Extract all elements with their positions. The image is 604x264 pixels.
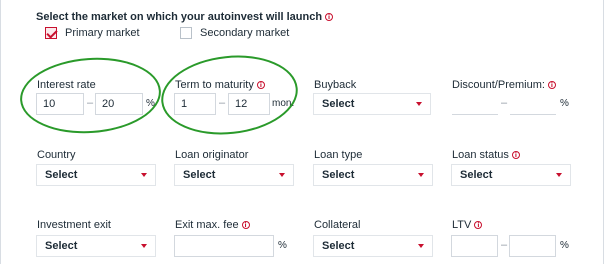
chevron-down-icon xyxy=(418,173,424,177)
loan-status-select[interactable]: Select xyxy=(451,164,571,186)
interest-rate-label: Interest rate xyxy=(37,79,96,91)
exit-max-fee-input[interactable] xyxy=(174,235,274,257)
country-select-value: Select xyxy=(45,169,78,181)
loan-originator-select-value: Select xyxy=(183,169,216,181)
investment-exit-select-value: Select xyxy=(45,240,78,252)
secondary-market-checkbox[interactable] xyxy=(180,27,192,39)
ltv-max-input[interactable] xyxy=(509,235,556,257)
primary-market-checkbox[interactable] xyxy=(45,27,57,39)
exit-max-fee-label-text: Exit max. fee xyxy=(175,219,239,231)
autoinvest-filter-panel: Select the market on which your autoinve… xyxy=(0,0,604,264)
chevron-down-icon xyxy=(416,102,422,106)
collateral-select[interactable]: Select xyxy=(313,235,433,257)
loan-type-select[interactable]: Select xyxy=(313,164,433,186)
exit-max-fee-unit: % xyxy=(278,240,287,251)
interest-rate-unit: % xyxy=(146,98,155,109)
ltv-label: LTV i xyxy=(452,219,483,231)
term-min-input[interactable]: 1 xyxy=(174,93,216,115)
chevron-down-icon xyxy=(279,173,285,177)
loan-status-label: Loan status i xyxy=(452,149,520,161)
discount-premium-label-text: Discount/Premium: xyxy=(452,79,545,91)
range-dash: – xyxy=(501,97,508,109)
loan-originator-label: Loan originator xyxy=(175,149,249,161)
range-dash: – xyxy=(219,97,226,109)
discount-premium-label: Discount/Premium: i xyxy=(452,79,556,91)
chevron-down-icon xyxy=(556,173,562,177)
market-section-title: Select the market on which your autoinve… xyxy=(36,11,334,23)
term-to-maturity-label: Term to maturity i xyxy=(175,79,265,91)
discount-min-input[interactable] xyxy=(452,93,498,115)
term-to-maturity-label-text: Term to maturity xyxy=(175,79,254,91)
info-icon[interactable]: i xyxy=(511,151,520,160)
secondary-market-label: Secondary market xyxy=(200,27,290,39)
loan-originator-select[interactable]: Select xyxy=(174,164,294,186)
market-title-text: Select the market on which your autoinve… xyxy=(36,11,323,23)
ltv-label-text: LTV xyxy=(452,219,472,231)
info-icon[interactable]: i xyxy=(325,13,334,22)
country-select[interactable]: Select xyxy=(36,164,156,186)
loan-type-select-value: Select xyxy=(322,169,355,181)
term-max-input[interactable]: 12 xyxy=(228,93,270,115)
chevron-down-icon xyxy=(141,173,147,177)
buyback-label: Buyback xyxy=(314,79,357,91)
secondary-market-option[interactable]: Secondary market xyxy=(180,27,289,39)
buyback-select-value: Select xyxy=(322,98,355,110)
investment-exit-select[interactable]: Select xyxy=(36,235,156,257)
info-icon[interactable]: i xyxy=(474,221,483,230)
chevron-down-icon xyxy=(141,244,147,248)
discount-max-input[interactable] xyxy=(510,93,556,115)
interest-rate-min-input[interactable]: 10 xyxy=(36,93,84,115)
term-unit: mon. xyxy=(272,98,295,109)
interest-rate-max-input[interactable]: 20 xyxy=(95,93,143,115)
exit-max-fee-label: Exit max. fee i xyxy=(175,219,250,231)
collateral-label: Collateral xyxy=(314,219,361,231)
loan-type-label: Loan type xyxy=(314,149,363,161)
collateral-select-value: Select xyxy=(322,240,355,252)
buyback-select[interactable]: Select xyxy=(313,93,431,115)
loan-status-label-text: Loan status xyxy=(452,149,509,161)
country-label: Country xyxy=(37,149,76,161)
range-dash: – xyxy=(501,239,508,251)
info-icon[interactable]: i xyxy=(547,81,556,90)
loan-status-select-value: Select xyxy=(460,169,493,181)
discount-unit: % xyxy=(560,98,569,109)
chevron-down-icon xyxy=(418,244,424,248)
ltv-min-input[interactable] xyxy=(451,235,498,257)
range-dash: – xyxy=(87,97,94,109)
primary-market-option[interactable]: Primary market xyxy=(45,27,140,39)
ltv-unit: % xyxy=(560,240,569,251)
info-icon[interactable]: i xyxy=(241,221,250,230)
primary-market-label: Primary market xyxy=(65,27,140,39)
info-icon[interactable]: i xyxy=(256,81,265,90)
investment-exit-label: Investment exit xyxy=(37,219,111,231)
